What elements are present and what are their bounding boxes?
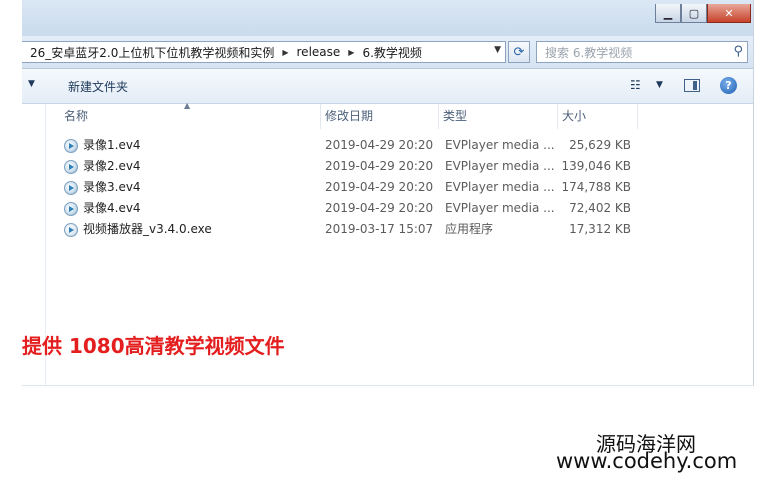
view-dropdown-icon[interactable]: ▼: [656, 80, 663, 90]
file-type: EVPlayer media ...: [445, 180, 555, 194]
breadcrumb-arrow-icon[interactable]: ▶: [282, 48, 288, 57]
application-file-icon: [64, 222, 78, 237]
command-bar: ▼ 新建文件夹 ☷ ▼ ?: [22, 69, 753, 104]
media-file-icon: [64, 138, 78, 153]
file-date: 2019-04-29 20:20: [325, 138, 434, 152]
media-file-icon: [64, 201, 78, 216]
file-date: 2019-04-29 20:20: [325, 201, 434, 215]
file-size: 139,046 KB: [561, 159, 631, 173]
search-icon[interactable]: ⚲: [733, 44, 743, 59]
file-row[interactable]: 视频播放器_v3.4.0.exe 2019-03-17 15:07 应用程序 1…: [22, 219, 753, 240]
breadcrumb-segment-1[interactable]: 26_安卓蓝牙2.0上位机下位机教学视频和实例: [30, 44, 274, 61]
media-file-icon: [64, 159, 78, 174]
close-button[interactable]: ✕: [707, 4, 751, 23]
maximize-button[interactable]: ▢: [681, 4, 707, 23]
file-row[interactable]: 录像3.ev4 2019-04-29 20:20 EVPlayer media …: [22, 177, 753, 198]
file-size: 25,629 KB: [569, 138, 631, 152]
file-list: 录像1.ev4 2019-04-29 20:20 EVPlayer media …: [22, 135, 753, 240]
view-options-icon[interactable]: ☷: [630, 78, 641, 92]
file-row[interactable]: 录像4.ev4 2019-04-29 20:20 EVPlayer media …: [22, 198, 753, 219]
file-name-cell: 视频播放器_v3.4.0.exe: [64, 219, 212, 240]
address-bar-area: 26_安卓蓝牙2.0上位机下位机教学视频和实例 ▶ release ▶ 6.教学…: [22, 36, 753, 69]
file-row[interactable]: 录像1.ev4 2019-04-29 20:20 EVPlayer media …: [22, 135, 753, 156]
file-name[interactable]: 视频播放器_v3.4.0.exe: [83, 219, 212, 240]
file-size: 174,788 KB: [561, 180, 631, 194]
file-type: EVPlayer media ...: [445, 159, 555, 173]
column-header-size[interactable]: 大小: [558, 104, 638, 129]
column-header: ▲ 名称 修改日期 类型 大小: [22, 101, 753, 129]
file-name[interactable]: 录像2.ev4: [83, 156, 141, 177]
window-controls: ▁ ▢ ✕: [655, 4, 751, 23]
breadcrumb-segment-2[interactable]: release: [297, 45, 341, 59]
media-file-icon: [64, 180, 78, 195]
address-bar[interactable]: 26_安卓蓝牙2.0上位机下位机教学视频和实例 ▶ release ▶ 6.教学…: [22, 41, 506, 63]
address-dropdown-icon[interactable]: ▼: [494, 45, 501, 55]
file-size: 72,402 KB: [569, 201, 631, 215]
file-row[interactable]: 录像2.ev4 2019-04-29 20:20 EVPlayer media …: [22, 156, 753, 177]
breadcrumb-arrow-icon[interactable]: ▶: [348, 48, 354, 57]
column-header-type[interactable]: 类型: [439, 104, 558, 129]
preview-pane-icon[interactable]: [684, 79, 700, 92]
file-name-cell: 录像4.ev4: [64, 198, 141, 219]
file-name-cell: 录像1.ev4: [64, 135, 141, 156]
breadcrumb-segment-3[interactable]: 6.教学视频: [362, 44, 421, 61]
organize-dropdown-icon[interactable]: ▼: [28, 79, 35, 89]
search-box[interactable]: 搜索 6.教学视频 ⚲: [536, 41, 748, 63]
new-folder-button[interactable]: 新建文件夹: [68, 78, 128, 95]
column-header-date[interactable]: 修改日期: [321, 104, 439, 129]
explorer-window: ▁ ▢ ✕ 26_安卓蓝牙2.0上位机下位机教学视频和实例 ▶ release …: [22, 0, 754, 386]
file-name[interactable]: 录像3.ev4: [83, 177, 141, 198]
watermark-url: www.codehy.com: [556, 449, 738, 473]
file-size: 17,312 KB: [569, 222, 631, 236]
file-name[interactable]: 录像4.ev4: [83, 198, 141, 219]
search-input[interactable]: 搜索 6.教学视频: [545, 44, 632, 61]
file-date: 2019-04-29 20:20: [325, 159, 434, 173]
file-type: 应用程序: [445, 222, 494, 236]
file-date: 2019-03-17 15:07: [325, 222, 434, 236]
file-name[interactable]: 录像1.ev4: [83, 135, 141, 156]
column-header-name[interactable]: 名称: [60, 104, 321, 129]
file-name-cell: 录像2.ev4: [64, 156, 141, 177]
file-name-cell: 录像3.ev4: [64, 177, 141, 198]
file-type: EVPlayer media ...: [445, 138, 555, 152]
title-bar: ▁ ▢ ✕: [22, 0, 753, 36]
minimize-button[interactable]: ▁: [655, 4, 681, 23]
refresh-icon: ⟳: [513, 44, 525, 60]
help-icon[interactable]: ?: [720, 77, 737, 94]
file-type: EVPlayer media ...: [445, 201, 555, 215]
refresh-button[interactable]: ⟳: [508, 41, 530, 63]
promo-caption: 提供 1080高清教学视频文件: [22, 334, 285, 358]
file-date: 2019-04-29 20:20: [325, 180, 434, 194]
